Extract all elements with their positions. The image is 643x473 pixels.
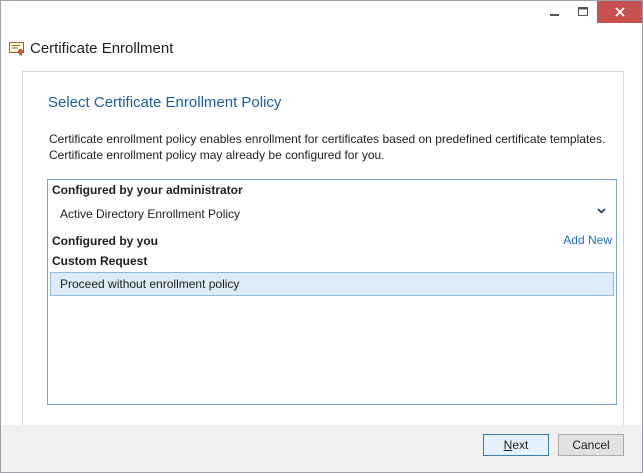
policy-item-proceed-without-policy[interactable]: Proceed without enrollment policy bbox=[50, 272, 614, 296]
window-caption-buttons bbox=[541, 1, 642, 23]
chevron-down-icon[interactable] bbox=[597, 208, 606, 214]
next-button-label: ext bbox=[512, 438, 529, 452]
next-button[interactable]: Next bbox=[483, 434, 549, 456]
policy-item-label: Proceed without enrollment policy bbox=[60, 277, 240, 291]
close-button[interactable] bbox=[597, 1, 642, 23]
certificate-icon bbox=[9, 42, 24, 56]
cancel-button[interactable]: Cancel bbox=[558, 434, 624, 456]
page-title: Select Certificate Enrollment Policy bbox=[48, 94, 282, 111]
wizard-content: Select Certificate Enrollment Policy Cer… bbox=[22, 71, 624, 426]
minimize-icon bbox=[550, 14, 559, 16]
description-line-2: Certificate enrollment policy may alread… bbox=[49, 148, 385, 162]
wizard-footer: Next Cancel bbox=[1, 425, 642, 472]
enrollment-policy-list: Configured by your administrator Active … bbox=[47, 179, 617, 405]
wizard-header: Certificate Enrollment bbox=[1, 23, 642, 71]
next-button-accelerator: N bbox=[503, 438, 513, 452]
certificate-enrollment-window: Certificate Enrollment Select Certificat… bbox=[0, 0, 643, 473]
minimize-button[interactable] bbox=[541, 1, 569, 23]
window-title: Certificate Enrollment bbox=[30, 40, 174, 57]
group-header-administrator: Configured by your administrator bbox=[52, 183, 243, 197]
group-header-configured-by-you: Configured by you bbox=[52, 234, 158, 248]
policy-item-active-directory[interactable]: Active Directory Enrollment Policy bbox=[60, 207, 240, 221]
group-header-custom-request: Custom Request bbox=[52, 254, 148, 268]
maximize-icon bbox=[578, 7, 588, 16]
maximize-button[interactable] bbox=[569, 1, 597, 23]
page-description: Certificate enrollment policy enables en… bbox=[49, 131, 619, 163]
add-new-link[interactable]: Add New bbox=[563, 233, 612, 247]
description-line-1: Certificate enrollment policy enables en… bbox=[49, 132, 606, 146]
close-icon bbox=[614, 7, 625, 17]
